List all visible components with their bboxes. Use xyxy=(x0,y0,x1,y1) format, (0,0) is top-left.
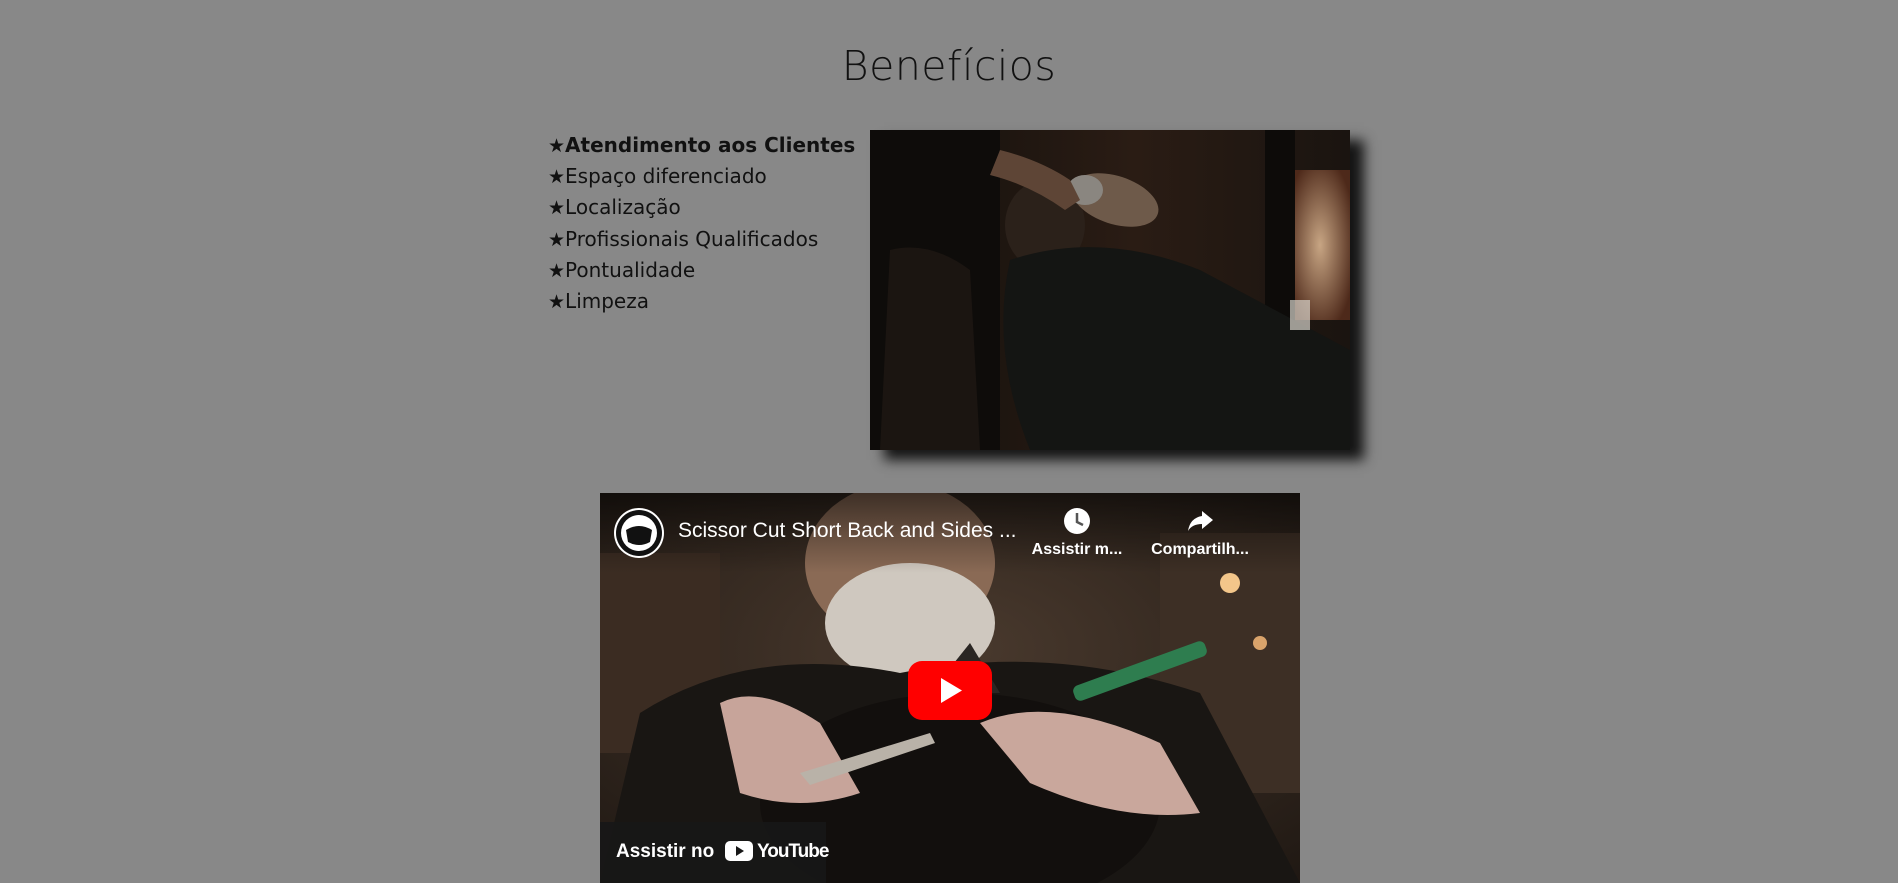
star-icon: ★ xyxy=(548,259,566,282)
youtube-logo-icon xyxy=(725,841,753,861)
watch-on-youtube-button[interactable]: Assistir no YouTube xyxy=(600,822,829,883)
beard-logo-icon xyxy=(616,510,662,556)
share-icon xyxy=(1188,511,1213,531)
benefit-item: ★Localização xyxy=(548,195,681,220)
star-icon: ★ xyxy=(548,135,566,157)
benefits-list: ★Atendimento aos Clientes ★Espaço difere… xyxy=(548,130,855,317)
benefit-item: ★Profissionais Qualificados xyxy=(548,226,819,251)
benefit-item: ★Espaço diferenciado xyxy=(548,164,767,189)
benefit-item: ★Atendimento aos Clientes xyxy=(548,133,856,157)
channel-avatar[interactable] xyxy=(614,508,664,558)
star-icon: ★ xyxy=(548,197,566,220)
barber-photo xyxy=(870,130,1350,450)
share-button[interactable]: Compartilh... xyxy=(1145,507,1255,559)
star-icon: ★ xyxy=(548,166,566,189)
benefit-item: ★Pontualidade xyxy=(548,257,696,282)
youtube-embed[interactable]: Scissor Cut Short Back and Sides ... Ass… xyxy=(600,493,1300,883)
watch-later-button[interactable]: Assistir m... xyxy=(1022,507,1132,559)
benefit-item: ★Limpeza xyxy=(548,289,649,314)
star-icon: ★ xyxy=(548,291,566,314)
video-title[interactable]: Scissor Cut Short Back and Sides ... xyxy=(678,519,1016,543)
clock-icon xyxy=(1064,508,1090,534)
play-icon xyxy=(908,661,992,720)
play-button[interactable] xyxy=(908,661,992,720)
section-title: Benefícios xyxy=(841,42,1057,90)
star-icon: ★ xyxy=(548,228,566,251)
